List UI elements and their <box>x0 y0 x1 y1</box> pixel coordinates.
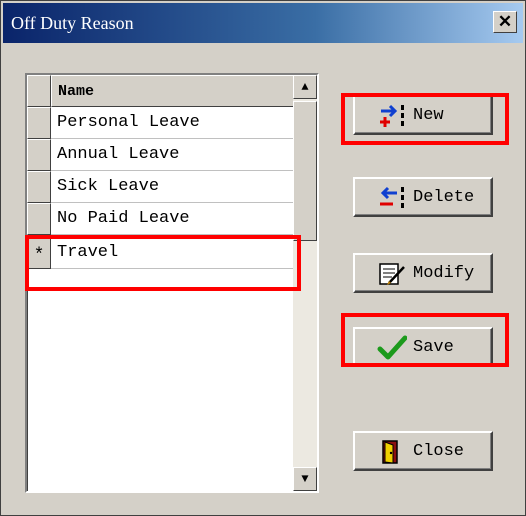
off-duty-reason-dialog: Off Duty Reason ✕ Name Personal Leave An… <box>0 0 526 516</box>
window-close-button[interactable]: ✕ <box>493 11 517 33</box>
delete-record-icon <box>380 186 404 208</box>
row-indicator[interactable] <box>27 171 51 203</box>
save-button[interactable]: Save <box>353 327 493 367</box>
new-record-icon <box>380 104 404 127</box>
row-indicator[interactable] <box>27 203 51 235</box>
new-button-label: New <box>413 106 444 125</box>
close-button[interactable]: Close <box>353 431 493 471</box>
new-record-row[interactable]: * Travel <box>27 237 297 269</box>
delete-button[interactable]: Delete <box>353 177 493 217</box>
reason-grid[interactable]: Name Personal Leave Annual Leave Sick Le… <box>25 73 319 493</box>
name-cell[interactable]: Sick Leave <box>51 171 297 203</box>
column-header-name[interactable]: Name <box>51 75 297 107</box>
vertical-scrollbar[interactable]: ▲ ▼ <box>293 75 317 491</box>
close-button-label: Close <box>413 442 465 461</box>
table-row[interactable]: Personal Leave <box>27 107 297 139</box>
window-title: Off Duty Reason <box>11 13 134 33</box>
modify-button[interactable]: Modify <box>353 253 493 293</box>
name-cell[interactable]: No Paid Leave <box>51 203 297 235</box>
row-header-corner <box>27 75 51 107</box>
table-row[interactable]: No Paid Leave <box>27 203 297 235</box>
name-cell[interactable]: Annual Leave <box>51 139 297 171</box>
grid-header-row: Name <box>27 75 297 107</box>
save-button-label: Save <box>413 338 454 357</box>
scroll-down-button[interactable]: ▼ <box>293 467 317 491</box>
title-bar: Off Duty Reason ✕ <box>3 3 523 43</box>
row-indicator[interactable] <box>27 107 51 139</box>
table-row[interactable]: Sick Leave <box>27 171 297 203</box>
scroll-up-button[interactable]: ▲ <box>293 75 317 99</box>
modify-button-label: Modify <box>413 264 475 283</box>
name-cell-editing[interactable]: Travel <box>51 237 297 269</box>
table-row[interactable]: Annual Leave <box>27 139 297 171</box>
row-indicator[interactable] <box>27 139 51 171</box>
name-cell[interactable]: Personal Leave <box>51 107 297 139</box>
modify-icon <box>379 263 405 285</box>
new-row-indicator[interactable]: * <box>27 237 51 269</box>
delete-button-label: Delete <box>413 188 475 207</box>
new-button[interactable]: New <box>353 95 493 135</box>
checkmark-icon <box>377 335 407 360</box>
scroll-thumb[interactable] <box>293 101 317 241</box>
door-exit-icon <box>382 440 398 464</box>
